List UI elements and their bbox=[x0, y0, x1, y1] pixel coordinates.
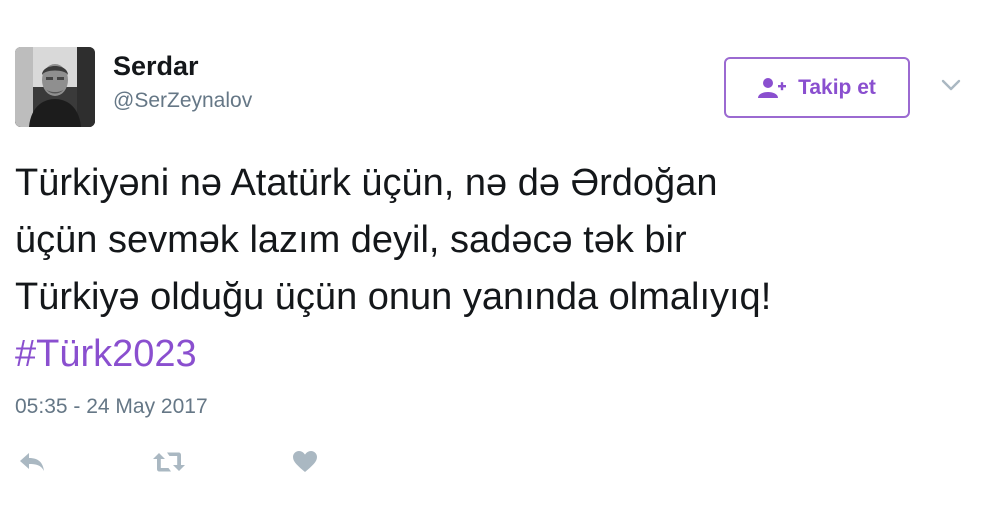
avatar[interactable] bbox=[15, 47, 95, 127]
more-options-button[interactable] bbox=[940, 76, 962, 94]
chevron-down-icon bbox=[941, 79, 961, 91]
tweet-text-line: üçün sevmək lazım deyil, sadəcə tək bir bbox=[15, 219, 687, 261]
hashtag-link[interactable]: #Türk2023 bbox=[15, 333, 197, 375]
follow-button[interactable]: Takip et bbox=[724, 57, 910, 118]
username-handle[interactable]: @SerZeynalov bbox=[113, 88, 252, 114]
tweet-timestamp[interactable]: 05:35 - 24 May 2017 bbox=[15, 394, 208, 420]
heart-icon bbox=[293, 451, 317, 472]
follow-button-label: Takip et bbox=[798, 75, 876, 99]
retweet-button[interactable] bbox=[152, 449, 186, 475]
like-button[interactable] bbox=[292, 449, 318, 475]
tweet-text-line: Türkiyə olduğu üçün onun yanında olmalıy… bbox=[15, 276, 772, 318]
tweet-text-line: Türkiyəni nə Atatürk üçün, nə də Ərdoğan bbox=[15, 162, 718, 204]
profile-photo bbox=[15, 47, 95, 127]
tweet-text: Türkiyəni nə Atatürk üçün, nə də Ərdoğan… bbox=[15, 155, 975, 383]
reply-icon bbox=[20, 453, 44, 471]
retweet-icon bbox=[153, 452, 185, 472]
add-user-icon bbox=[758, 77, 788, 99]
display-name[interactable]: Serdar bbox=[113, 50, 199, 82]
tweet-card: Serdar @SerZeynalov Takip et Türkiyəni n… bbox=[0, 0, 997, 517]
reply-button[interactable] bbox=[18, 449, 46, 475]
